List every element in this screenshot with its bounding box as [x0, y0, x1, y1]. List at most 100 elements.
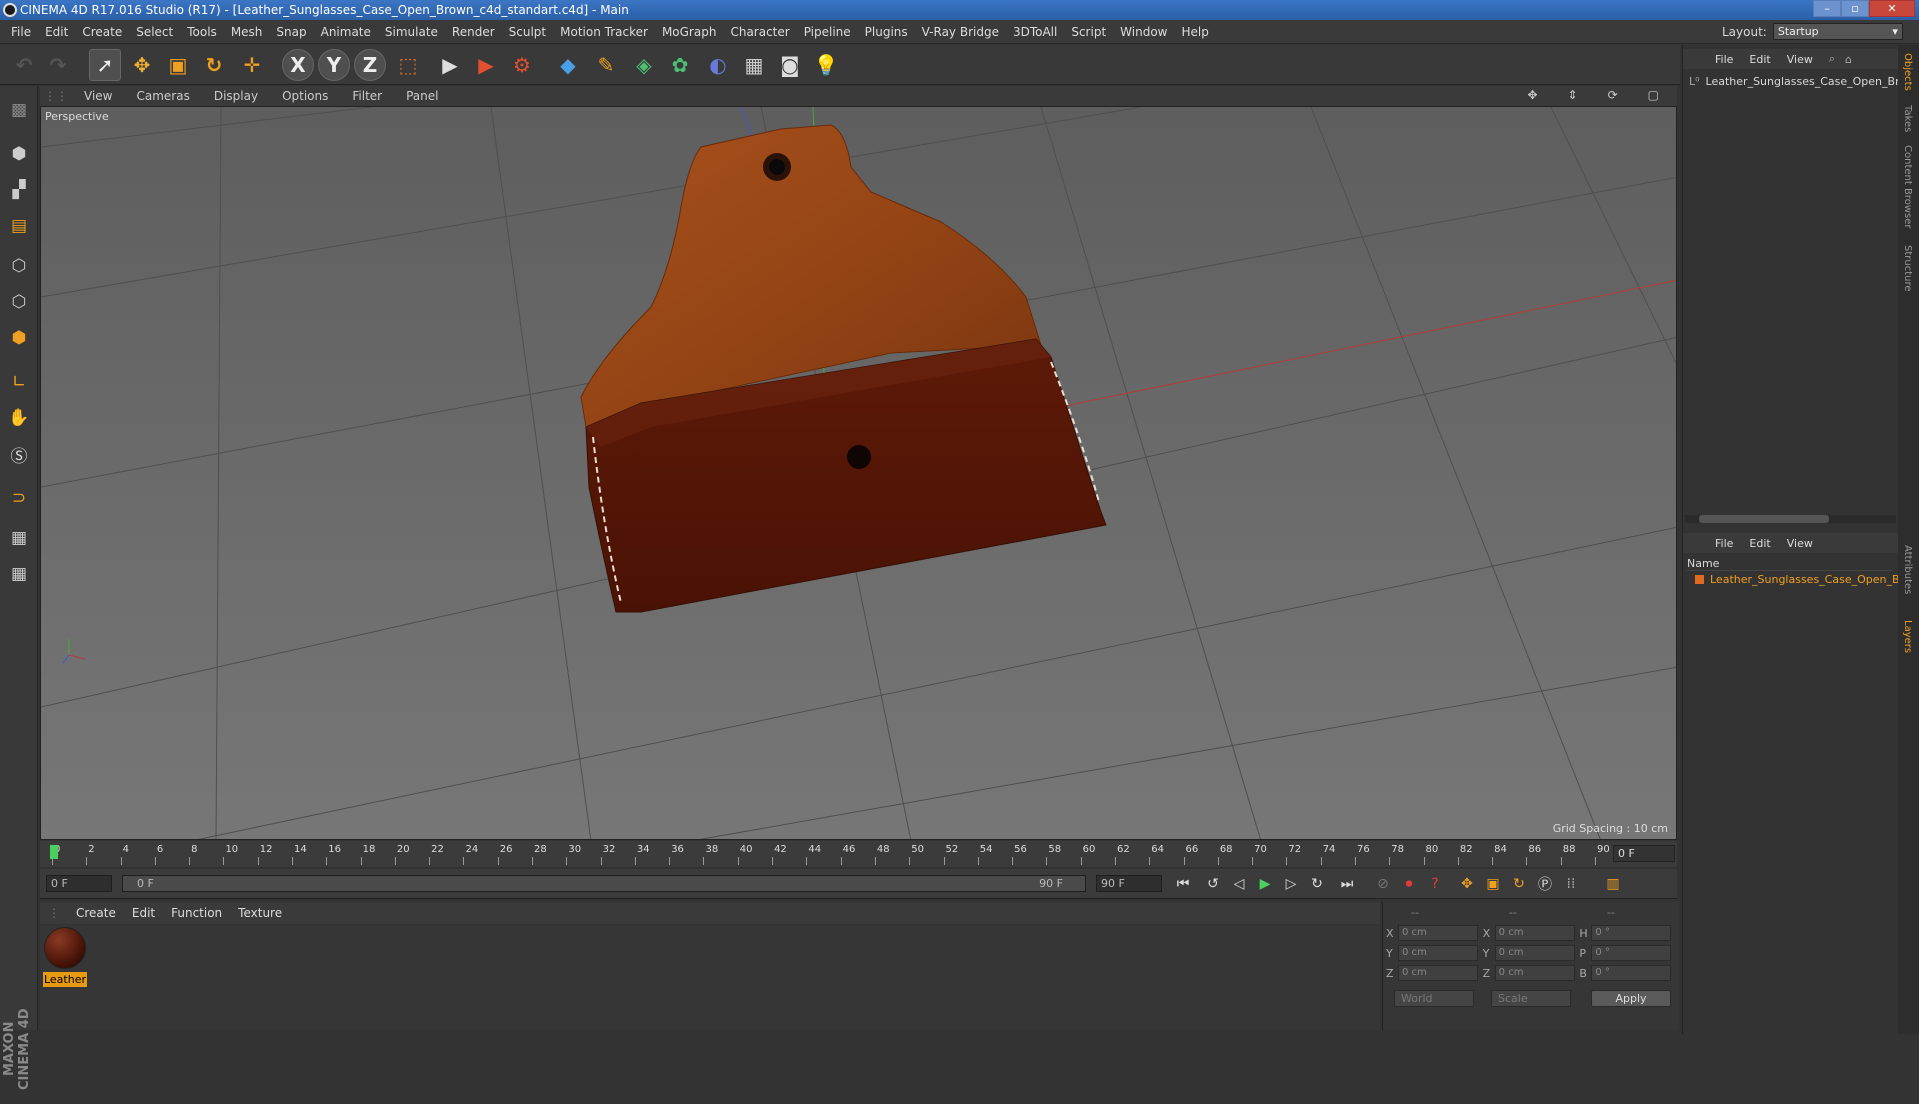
- layer-menu-edit[interactable]: Edit: [1741, 537, 1778, 550]
- y-axis-lock-button[interactable]: Y: [318, 49, 350, 81]
- current-frame-field[interactable]: 0 F: [1613, 845, 1675, 862]
- go-to-start-icon[interactable]: ⏮: [1170, 872, 1196, 896]
- size-y-field[interactable]: 0 cm: [1494, 945, 1575, 961]
- timeline-ruler[interactable]: 0246810121416182022242628303234363840424…: [40, 841, 1677, 867]
- mograph-cloner-icon[interactable]: ✿: [664, 49, 696, 81]
- model-mode-icon[interactable]: ⬢: [3, 138, 35, 170]
- material-swatch[interactable]: Leather: [43, 927, 87, 987]
- planar-workplane-icon[interactable]: ▦: [3, 558, 35, 590]
- tab-objects[interactable]: Objects: [1902, 53, 1913, 91]
- object-menu-edit[interactable]: Edit: [1741, 53, 1778, 66]
- menu-mesh[interactable]: Mesh: [224, 25, 270, 39]
- menu-window[interactable]: Window: [1113, 25, 1174, 39]
- material-menu-function[interactable]: Function: [163, 906, 230, 920]
- autokey-icon[interactable]: ?: [1422, 872, 1448, 896]
- deformer-icon[interactable]: ◐: [702, 49, 734, 81]
- menu-snap[interactable]: Snap: [269, 25, 313, 39]
- timeline-window-icon[interactable]: ▥: [1600, 872, 1626, 896]
- playhead[interactable]: [50, 845, 58, 859]
- layout-dropdown[interactable]: Startup ▾: [1772, 23, 1903, 40]
- render-settings-icon[interactable]: ⚙: [506, 49, 538, 81]
- menu-select[interactable]: Select: [129, 25, 180, 39]
- key-pla-icon[interactable]: ⁞⁞: [1558, 872, 1584, 896]
- object-row[interactable]: L⁰ Leather_Sunglasses_Case_Open_Br: [1689, 75, 1900, 88]
- dolly-view-icon[interactable]: ⇕: [1556, 88, 1590, 102]
- viewport-menu-display[interactable]: Display: [202, 89, 270, 103]
- menu-sculpt[interactable]: Sculpt: [502, 25, 553, 39]
- material-menu-edit[interactable]: Edit: [124, 906, 163, 920]
- 3d-viewport[interactable]: Perspective Grid Spacing : 10 cm: [40, 106, 1677, 840]
- next-frame-icon[interactable]: ▷: [1278, 872, 1304, 896]
- viewport-menu-options[interactable]: Options: [270, 89, 340, 103]
- tweak-mode-icon[interactable]: ✋: [3, 402, 35, 434]
- menu-plugins[interactable]: Plugins: [858, 25, 915, 39]
- menu-v-ray-bridge[interactable]: V-Ray Bridge: [915, 25, 1006, 39]
- render-picture-viewer-icon[interactable]: ▶: [470, 49, 502, 81]
- menu-animate[interactable]: Animate: [314, 25, 378, 39]
- rotation-b-field[interactable]: 0 °: [1591, 965, 1672, 981]
- light-icon[interactable]: 💡: [810, 49, 842, 81]
- move-tool-icon[interactable]: ✥: [126, 49, 158, 81]
- edges-mode-icon[interactable]: ⬡: [3, 286, 35, 318]
- texture-mode-icon[interactable]: ▞: [3, 174, 35, 206]
- key-position-icon[interactable]: ✥: [1454, 872, 1480, 896]
- polygons-mode-icon[interactable]: ⬢: [3, 322, 35, 354]
- start-frame-field[interactable]: 0 F: [46, 875, 112, 892]
- key-scale-icon[interactable]: ▣: [1480, 872, 1506, 896]
- menu-simulate[interactable]: Simulate: [378, 25, 445, 39]
- home-icon[interactable]: ⌂: [1843, 53, 1854, 66]
- workplane-mode-icon[interactable]: ▤: [3, 210, 35, 242]
- menu-3dtoall[interactable]: 3DToAll: [1006, 25, 1064, 39]
- record-icon[interactable]: ⏺: [1396, 872, 1422, 896]
- viewport-menu-filter[interactable]: Filter: [340, 89, 394, 103]
- menu-render[interactable]: Render: [445, 25, 502, 39]
- keyframe-selection-icon[interactable]: ⊘: [1370, 872, 1396, 896]
- cube-primitive-icon[interactable]: ◆: [552, 49, 584, 81]
- orbit-view-icon[interactable]: ⟳: [1596, 88, 1630, 102]
- floor-scene-icon[interactable]: ▦: [738, 49, 770, 81]
- nurbs-generator-icon[interactable]: ◈: [628, 49, 660, 81]
- position-y-field[interactable]: 0 cm: [1398, 945, 1478, 961]
- rotation-h-field[interactable]: 0 °: [1591, 925, 1672, 941]
- z-axis-lock-button[interactable]: Z: [354, 49, 386, 81]
- camera-icon[interactable]: ◙: [774, 49, 806, 81]
- menu-character[interactable]: Character: [723, 25, 796, 39]
- position-x-field[interactable]: 0 cm: [1398, 925, 1478, 941]
- transform-tool-icon[interactable]: ✛: [236, 49, 268, 81]
- size-mode-dropdown[interactable]: Scale: [1491, 990, 1571, 1007]
- select-tool-icon[interactable]: ➚: [89, 49, 121, 81]
- lock-workplane-icon[interactable]: ▦: [3, 522, 35, 554]
- menu-motion-tracker[interactable]: Motion Tracker: [553, 25, 655, 39]
- rotate-tool-icon[interactable]: ↻: [198, 49, 230, 81]
- minimize-button[interactable]: –: [1813, 0, 1841, 17]
- material-menu-texture[interactable]: Texture: [230, 906, 290, 920]
- scale-tool-icon[interactable]: ▣: [162, 49, 194, 81]
- position-z-field[interactable]: 0 cm: [1398, 965, 1478, 981]
- close-button[interactable]: ✕: [1869, 0, 1915, 17]
- end-frame-field[interactable]: 90 F: [1096, 875, 1162, 892]
- key-parameter-icon[interactable]: Ⓟ: [1532, 872, 1558, 896]
- magnet-icon[interactable]: ⊃: [3, 482, 35, 514]
- frame-range-slider[interactable]: 0 F 90 F: [122, 875, 1086, 892]
- pan-view-icon[interactable]: ✥: [1515, 88, 1549, 102]
- tab-layers[interactable]: Layers: [1902, 620, 1913, 653]
- next-key-icon[interactable]: ↻: [1304, 872, 1330, 896]
- menu-edit[interactable]: Edit: [38, 25, 75, 39]
- previous-key-icon[interactable]: ↺: [1200, 872, 1226, 896]
- viewport-menu-panel[interactable]: Panel: [394, 89, 450, 103]
- object-menu-view[interactable]: View: [1779, 53, 1821, 66]
- key-rotation-icon[interactable]: ↻: [1506, 872, 1532, 896]
- play-icon[interactable]: ▶: [1252, 872, 1278, 896]
- go-to-end-icon[interactable]: ⏭: [1334, 872, 1360, 896]
- material-menu-create[interactable]: Create: [68, 906, 124, 920]
- apply-button[interactable]: Apply: [1591, 990, 1671, 1007]
- redo-icon[interactable]: ↷: [42, 49, 74, 81]
- viewport-menu-cameras[interactable]: Cameras: [124, 89, 201, 103]
- x-axis-lock-button[interactable]: X: [282, 49, 314, 81]
- layer-menu-view[interactable]: View: [1779, 537, 1821, 550]
- make-editable-icon[interactable]: ▩: [3, 94, 35, 126]
- axis-mode-icon[interactable]: ∟: [3, 366, 35, 398]
- viewport-menu-view[interactable]: View: [72, 89, 124, 103]
- points-mode-icon[interactable]: ⬡: [3, 250, 35, 282]
- maximize-view-icon[interactable]: ▢: [1636, 88, 1671, 102]
